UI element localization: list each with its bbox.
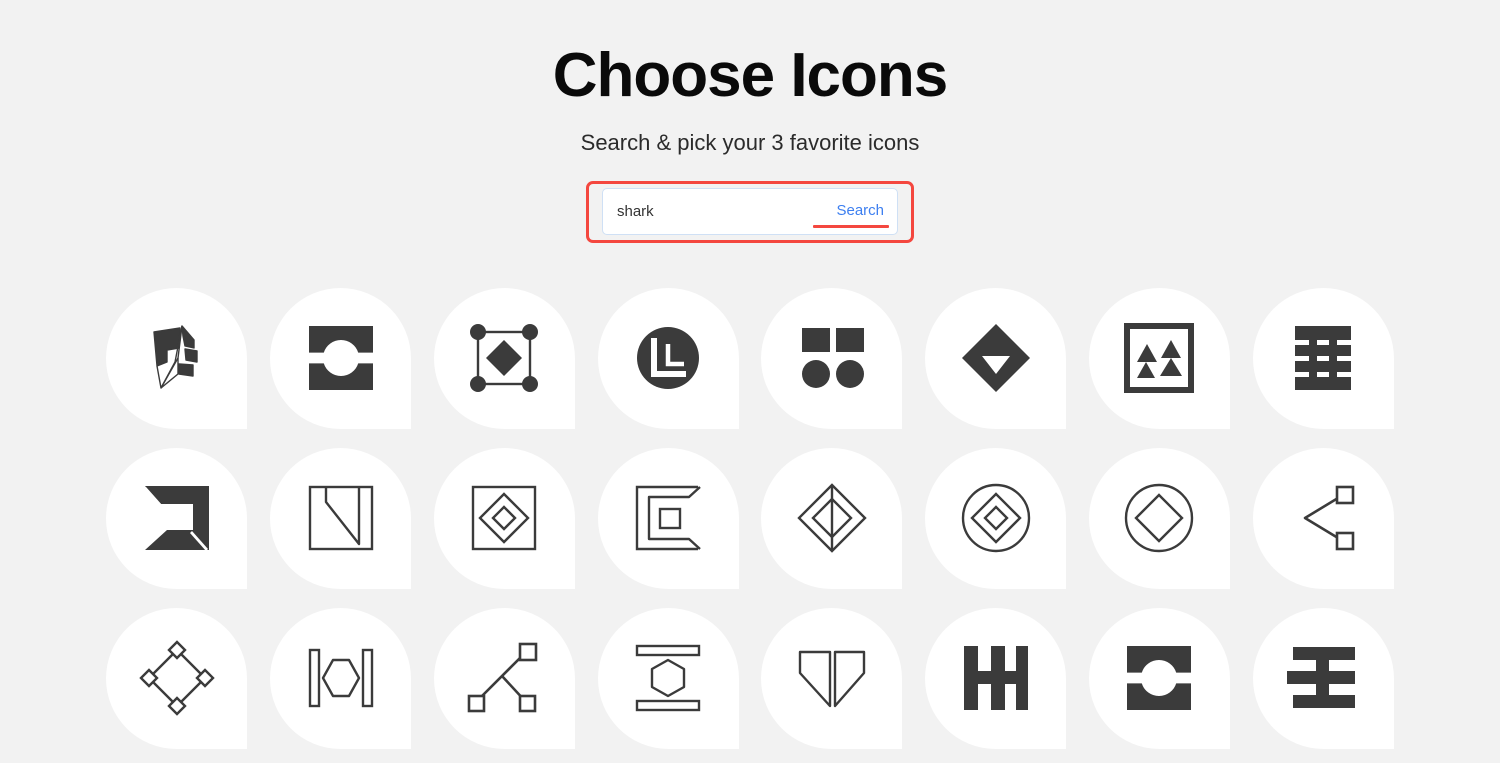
icon-tile-diamond-in-node-frame[interactable] bbox=[433, 287, 575, 429]
circle-nested-diamonds-icon bbox=[956, 478, 1036, 558]
icon-tile-hexagon-stacked-bars[interactable] bbox=[597, 607, 739, 749]
icon-tile-ladder-bars[interactable] bbox=[1252, 287, 1394, 429]
icon-tile-bold-h-bars[interactable] bbox=[925, 607, 1067, 749]
bracket-square-nest-icon bbox=[628, 478, 708, 558]
square-pinch-circle-alt-icon bbox=[1119, 638, 1199, 718]
icon-tile-twin-banner-outline[interactable] bbox=[761, 607, 903, 749]
outline-square-diagonal-icon bbox=[301, 478, 381, 558]
squares-and-circles-grid-icon bbox=[792, 318, 872, 398]
diamond-triangle-cutout-icon bbox=[956, 318, 1036, 398]
icon-tile-hexagon-between-bars[interactable] bbox=[270, 607, 412, 749]
page-header: Choose Icons Search & pick your 3 favori… bbox=[0, 0, 1500, 157]
square-pinch-circle-icon bbox=[301, 318, 381, 398]
icon-tile-origami-arrow[interactable] bbox=[106, 287, 248, 429]
icon-tile-squares-and-circles-grid[interactable] bbox=[761, 287, 903, 429]
icon-tile-circle-diamond-outline[interactable] bbox=[1088, 447, 1230, 589]
ladder-bars-icon bbox=[1283, 318, 1363, 398]
stacked-offset-bars-icon bbox=[1283, 638, 1363, 718]
search-section: Search bbox=[0, 180, 1500, 243]
nested-diamond-square-icon bbox=[464, 478, 544, 558]
icon-tile-solid-square-cutout[interactable] bbox=[106, 447, 248, 589]
icon-tile-circle-corner-bracket[interactable] bbox=[597, 287, 739, 429]
icon-tile-outline-square-diagonal[interactable] bbox=[270, 447, 412, 589]
circle-corner-bracket-icon bbox=[628, 318, 708, 398]
icon-tile-branch-node-tree[interactable] bbox=[433, 607, 575, 749]
search-input[interactable] bbox=[617, 189, 837, 235]
icon-tile-square-pinch-circle[interactable] bbox=[270, 287, 412, 429]
diamond-node-path-icon bbox=[137, 638, 217, 718]
diamond-in-node-frame-icon bbox=[464, 318, 544, 398]
twin-banner-outline-icon bbox=[792, 638, 872, 718]
icon-tile-angle-node-connector[interactable] bbox=[1252, 447, 1394, 589]
search-highlight-underline bbox=[813, 225, 889, 229]
solid-square-cutout-icon bbox=[137, 478, 217, 558]
icon-tile-framed-triangles[interactable] bbox=[1088, 287, 1230, 429]
icon-tile-stacked-offset-bars[interactable] bbox=[1252, 607, 1394, 749]
origami-arrow-icon bbox=[137, 318, 217, 398]
framed-triangles-icon bbox=[1119, 318, 1199, 398]
page-subtitle: Search & pick your 3 favorite icons bbox=[580, 130, 920, 156]
icon-grid bbox=[95, 287, 1405, 749]
search-highlight-box: Search bbox=[586, 180, 914, 243]
icon-tile-circle-nested-diamonds[interactable] bbox=[925, 447, 1067, 589]
angle-node-connector-icon bbox=[1283, 478, 1363, 558]
icon-picker-page: Choose Icons Search & pick your 3 favori… bbox=[0, 0, 1500, 763]
circle-diamond-outline-icon bbox=[1119, 478, 1199, 558]
icon-tile-diamond-triangle-cutout[interactable] bbox=[925, 287, 1067, 429]
icon-tile-bracket-square-nest[interactable] bbox=[597, 447, 739, 589]
icon-tile-diamond-node-path[interactable] bbox=[106, 607, 248, 749]
search-box[interactable]: Search bbox=[602, 188, 898, 236]
page-title: Choose Icons bbox=[552, 41, 949, 110]
icon-tile-nested-diamond-square[interactable] bbox=[433, 447, 575, 589]
split-diamond-outline-icon bbox=[792, 478, 872, 558]
icon-tile-square-pinch-circle-alt[interactable] bbox=[1088, 607, 1230, 749]
hexagon-stacked-bars-icon bbox=[628, 638, 708, 718]
bold-h-bars-icon bbox=[956, 638, 1036, 718]
branch-node-tree-icon bbox=[464, 638, 544, 718]
search-button[interactable]: Search bbox=[836, 202, 884, 221]
hexagon-between-bars-icon bbox=[301, 638, 381, 718]
icon-tile-split-diamond-outline[interactable] bbox=[761, 447, 903, 589]
